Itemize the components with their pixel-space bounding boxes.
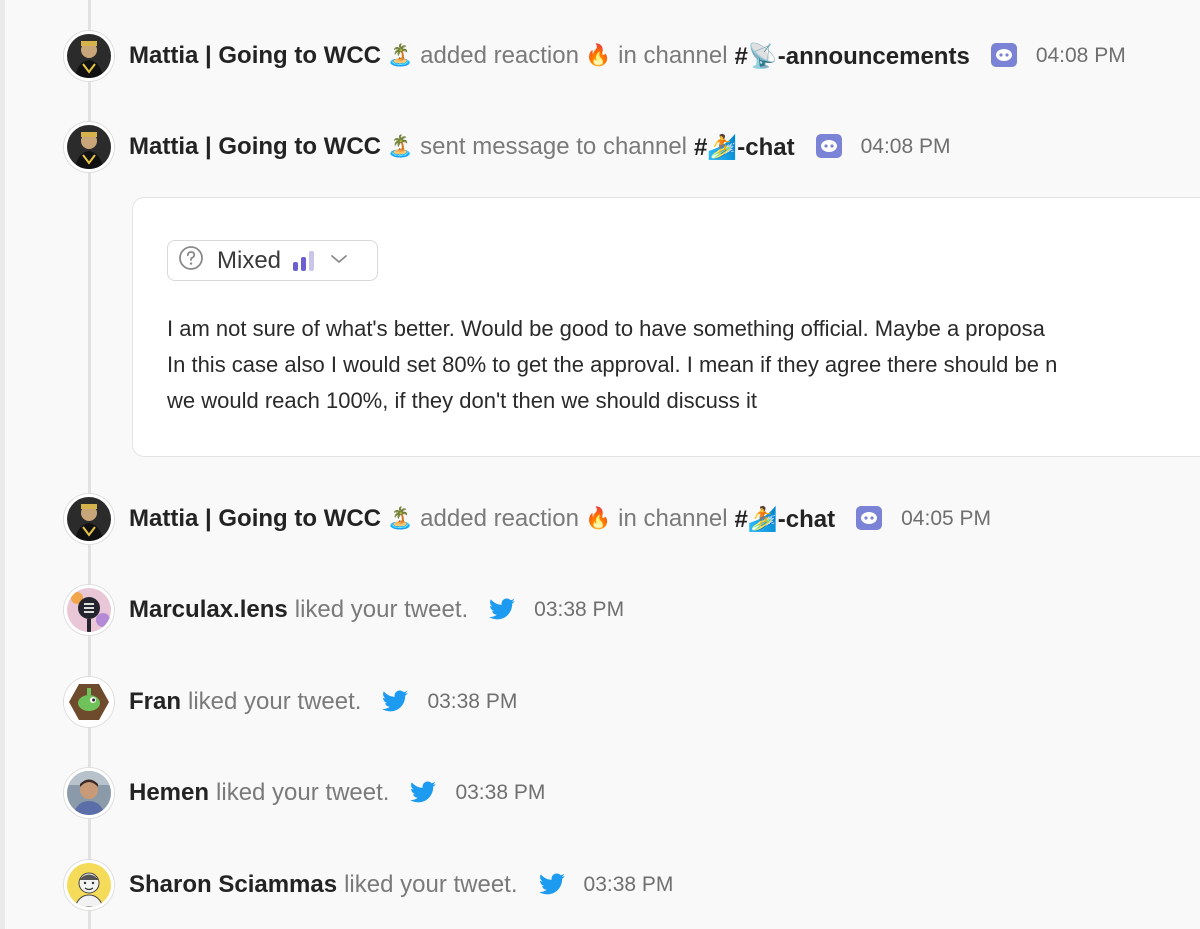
question-circle-icon: [178, 245, 204, 276]
event-verb: liked your tweet.: [294, 596, 469, 623]
discord-icon: [815, 133, 843, 161]
twitter-icon: [538, 871, 566, 899]
event-time: 03:38 PM: [427, 690, 518, 713]
sentiment-bars-icon: [293, 250, 315, 271]
event-time: 04:05 PM: [901, 507, 992, 530]
actor-emoji: 🏝️: [387, 44, 414, 67]
event-verb: added reaction: [420, 42, 579, 69]
avatar-sharon[interactable]: [64, 860, 114, 910]
activity-item[interactable]: Hemen liked your tweet. 03:38 PM: [64, 767, 545, 819]
event-time: 04:08 PM: [860, 135, 951, 158]
channel-link[interactable]: #📡-announcements: [735, 42, 970, 71]
discord-icon: [990, 42, 1018, 70]
activity-item[interactable]: Fran liked your tweet. 03:38 PM: [64, 676, 517, 728]
chevron-down-icon: [330, 252, 348, 270]
avatar-mattia[interactable]: [64, 122, 114, 172]
activity-item[interactable]: Mattia | Going to WCC 🏝️ sent message to…: [64, 121, 950, 173]
activity-item[interactable]: Sharon Sciammas liked your tweet. 03:38 …: [64, 859, 673, 911]
event-verb: sent message to channel: [420, 133, 688, 160]
message-line: In this case also I would set 80% to get…: [167, 352, 1058, 377]
avatar-mattia[interactable]: [64, 494, 114, 544]
actor-name[interactable]: Hemen: [129, 779, 209, 807]
sentiment-label: Mixed: [217, 246, 282, 274]
reaction-emoji: 🔥: [584, 44, 612, 67]
message-card: Mixed I am not sure of what's better. Wo…: [132, 197, 1200, 457]
event-time: 03:38 PM: [455, 781, 546, 804]
event-verb: liked your tweet.: [188, 688, 362, 715]
message-line: I am not sure of what's better. Would be…: [167, 316, 1045, 341]
avatar-fran[interactable]: [64, 677, 114, 727]
message-line: we would reach 100%, if they don't then …: [167, 388, 757, 413]
avatar-mattia[interactable]: [64, 31, 114, 81]
channel-link[interactable]: #🏄-chat: [694, 133, 795, 162]
actor-emoji: 🏝️: [387, 135, 414, 158]
event-time: 04:08 PM: [1035, 44, 1126, 67]
avatar-marculax[interactable]: [64, 585, 114, 635]
actor-name[interactable]: Sharon Sciammas: [129, 871, 337, 899]
twitter-icon: [381, 688, 409, 716]
event-verb: added reaction: [420, 505, 579, 532]
twitter-icon: [488, 596, 516, 624]
event-verb-2: in channel: [618, 42, 728, 69]
actor-emoji: 🏝️: [387, 507, 414, 530]
actor-name[interactable]: Mattia | Going to WCC: [129, 42, 381, 70]
activity-timeline: Mattia | Going to WCC 🏝️ added reaction …: [0, 0, 1200, 929]
actor-name[interactable]: Mattia | Going to WCC: [129, 133, 381, 161]
discord-icon: [855, 505, 883, 533]
channel-link[interactable]: #🏄-chat: [735, 505, 836, 534]
activity-item[interactable]: Mattia | Going to WCC 🏝️ added reaction …: [64, 30, 1126, 82]
actor-name[interactable]: Fran: [129, 688, 181, 716]
activity-item[interactable]: Mattia | Going to WCC 🏝️ added reaction …: [64, 493, 991, 545]
actor-name[interactable]: Mattia | Going to WCC: [129, 505, 381, 533]
event-verb-2: in channel: [618, 505, 728, 532]
event-verb: liked your tweet.: [216, 779, 390, 806]
twitter-icon: [409, 779, 437, 807]
avatar-hemen[interactable]: [64, 768, 114, 818]
event-time: 03:38 PM: [583, 873, 674, 896]
activity-item[interactable]: Marculax.lens liked your tweet. 03:38 PM: [64, 584, 624, 636]
event-time: 03:38 PM: [534, 598, 625, 621]
actor-name[interactable]: Marculax.lens: [129, 596, 288, 624]
sentiment-dropdown[interactable]: Mixed: [167, 240, 378, 281]
event-verb: liked your tweet.: [344, 871, 518, 898]
reaction-emoji: 🔥: [584, 507, 612, 530]
message-body: I am not sure of what's better. Would be…: [167, 311, 1200, 419]
